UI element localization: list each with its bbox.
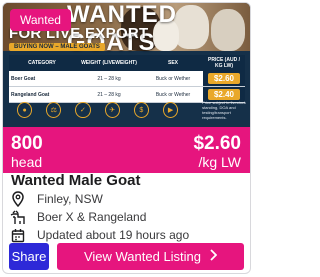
quantity-value: 800 <box>11 133 43 154</box>
listing-title[interactable]: Wanted Male Goat <box>11 172 140 189</box>
goat-icon: ● <box>17 102 33 118</box>
table-header: CATEGORY <box>9 55 75 71</box>
check-icon: ✓ <box>75 102 91 118</box>
scale-icon: ⚖ <box>46 102 62 118</box>
goat-breed-icon <box>9 209 27 225</box>
location-pin-icon <box>9 191 27 207</box>
price-summary-bar: 800 head $2.60 /kg LW <box>3 127 250 173</box>
location-row: Finley, NSW <box>9 191 103 207</box>
table-header: PRICE (AUD / KG LW) <box>203 55 245 71</box>
quantity-unit: head <box>11 154 43 170</box>
wanted-badge: Wanted <box>10 9 71 31</box>
listing-banner-image[interactable]: WANTED GOATS FOR LIVE EXPORT BUYING NOW … <box>3 3 250 127</box>
share-button[interactable]: Share <box>9 243 49 270</box>
banner-price-table: CATEGORY WEIGHT (LIVEWEIGHT) SEX PRICE (… <box>9 55 245 103</box>
price-unit: /kg LW <box>198 154 241 170</box>
listing-card[interactable]: WANTED GOATS FOR LIVE EXPORT BUYING NOW … <box>2 2 251 274</box>
updated-row: Updated about 19 hours ago <box>9 227 189 243</box>
calendar-icon <box>9 227 27 243</box>
table-cell: Buck or Wether <box>143 71 203 87</box>
banner-strip: BUYING NOW – MALE GOATS <box>9 43 105 51</box>
table-row: Boer Goat 21 – 28 kg Buck or Wether $2.6… <box>9 71 245 87</box>
breed-row: Boer X & Rangeland <box>9 209 146 225</box>
view-wanted-listing-button[interactable]: View Wanted Listing <box>57 243 244 270</box>
location-text: Finley, NSW <box>37 192 103 206</box>
table-cell: Boer Goat <box>9 71 75 87</box>
updated-text: Updated about 19 hours ago <box>37 228 190 242</box>
chevron-right-icon <box>209 249 218 264</box>
table-header: WEIGHT (LIVEWEIGHT) <box>75 55 143 71</box>
banner-fine-print: Price subject to livestock standing, DOA… <box>202 100 246 120</box>
money-icon: $ <box>133 102 149 118</box>
price-value: $2.60 <box>193 133 241 154</box>
table-cell: $2.60 <box>203 71 245 87</box>
table-cell: 21 – 28 kg <box>75 71 143 87</box>
banner-feature-icons: ● ⚖ ✓ ✈ $ ▶ Price subject to livestock s… <box>9 97 250 123</box>
truck-icon: ▶ <box>162 102 179 118</box>
view-listing-label: View Wanted Listing <box>83 249 202 264</box>
breed-text: Boer X & Rangeland <box>37 210 147 224</box>
plane-icon: ✈ <box>104 102 120 118</box>
table-header: SEX <box>143 55 203 71</box>
price-pill: $2.60 <box>207 73 241 84</box>
